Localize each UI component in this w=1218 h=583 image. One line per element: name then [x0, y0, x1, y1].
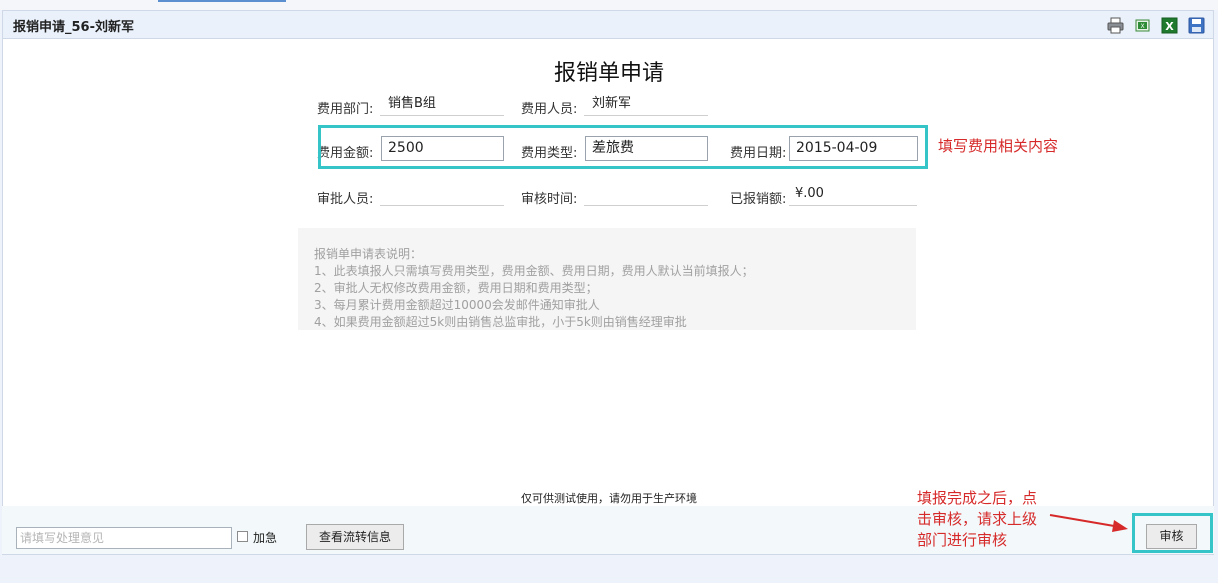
view-flow-button[interactable]: 查看流转信息: [306, 524, 404, 550]
title-bar: 报销申请_56-刘新军 X X: [3, 11, 1213, 39]
window-title: 报销申请_56-刘新军: [13, 20, 134, 35]
submit-hint-annotation: 填报完成之后，点 击审核，请求上级 部门进行审核: [917, 488, 1067, 551]
instructions-heading: 报销单申请表说明：: [314, 247, 423, 261]
arrow-icon: [1049, 514, 1128, 532]
instruction-item: 1、此表填报人只需填写费用类型，费用金额、费用日期，费用人默认当前填报人；: [314, 264, 754, 278]
active-tab-indicator: [158, 0, 286, 2]
submit-hint-line: 部门进行审核: [917, 531, 1008, 549]
department-label: 费用部门:: [317, 102, 374, 117]
person-field: 刘新军: [584, 92, 708, 116]
instructions-panel: 报销单申请表说明： 1、此表填报人只需填写费用类型，费用金额、费用日期，费用人默…: [298, 228, 916, 330]
save-icon[interactable]: [1188, 17, 1205, 34]
submit-hint-line: 击审核，请求上级: [917, 510, 1038, 528]
instruction-item: 3、每月累计费用金额超过10000会发邮件通知审批人: [314, 298, 600, 312]
svg-text:X: X: [1140, 23, 1144, 30]
reimbursed-label: 已报销额:: [730, 192, 787, 207]
excel-icon[interactable]: X: [1161, 17, 1178, 34]
export-excel-icon[interactable]: X: [1134, 17, 1151, 34]
opinion-input[interactable]: 请填写处理意见: [16, 527, 232, 549]
urgent-checkbox[interactable]: [237, 531, 248, 542]
svg-text:X: X: [1165, 20, 1174, 33]
toolbar: X X: [1107, 17, 1205, 34]
review-button[interactable]: 审核: [1146, 524, 1197, 549]
review-time-field: [584, 182, 708, 206]
fill-hint-annotation: 填写费用相关内容: [938, 137, 1059, 155]
reimbursed-field: ¥.00: [789, 182, 917, 206]
review-time-label: 审核时间:: [521, 192, 578, 207]
instruction-item: 2、审批人无权修改费用金额，费用日期和费用类型；: [314, 281, 598, 295]
fill-highlight-box: [318, 125, 928, 169]
approver-label: 审批人员:: [317, 192, 374, 207]
submit-hint-line: 填报完成之后，点: [917, 489, 1038, 507]
instruction-item: 4、如果费用金额超过5k则由销售总监审批，小于5k则由销售经理审批: [314, 315, 687, 329]
department-field: 销售B组: [380, 92, 504, 116]
print-icon[interactable]: [1107, 17, 1124, 34]
urgent-label: 加急: [253, 531, 278, 545]
form-title: 报销单申请: [553, 61, 664, 86]
approver-field: [380, 182, 504, 206]
person-label: 费用人员:: [521, 102, 578, 117]
top-tab-strip: [0, 0, 1218, 10]
